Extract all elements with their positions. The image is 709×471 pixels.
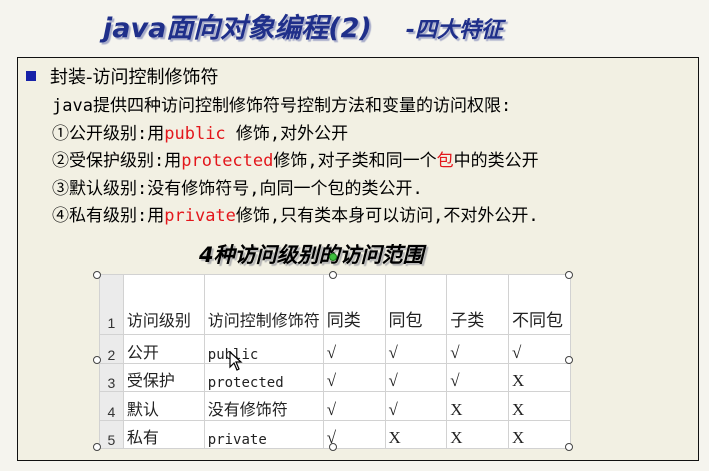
line-text: 中的类公开 [453,151,539,171]
description-line: ④私有级别:用private修饰,只有类本身可以访问,不对外公开. [52,203,539,231]
keyword-package: 包 [436,151,454,171]
line-text: ④私有级别:用 [52,206,165,226]
table-cell: X [508,419,571,449]
description-line: java提供四种访问控制修饰符号控制方法和变量的访问权限: [52,93,539,121]
description-line: ③默认级别:没有修饰符号,向同一个包的类公开. [52,176,539,204]
keyword-protected: protected [181,151,274,171]
keyword-private: private [164,206,236,226]
table-cell: √ [384,362,448,392]
table-cell: 私有 [122,419,205,449]
section-heading-row: 封装-访问控制修饰符 [26,66,219,90]
table-cell: X [384,419,448,449]
mouse-pointer-icon [229,351,243,371]
table-cell: √ [446,334,510,364]
row-number: 5 [99,419,124,449]
table-cell: 没有修饰符 [203,391,324,421]
line-text: 修饰,对外公开 [225,123,349,144]
table-cell: √ [508,334,571,364]
description-lines: java提供四种访问控制修饰符号控制方法和变量的访问权限: ①公开级别:用pub… [52,93,539,231]
line-text: ②受保护级别:用 [52,151,182,171]
resize-handle-middle-right[interactable] [565,356,573,364]
slide-title: java面向对象编程(2) -四大特征 [103,6,503,45]
embedded-table-object[interactable]: 1 访问级别 访问控制修饰符 同类 同包 子类 不同包 2 公开 public … [99,274,571,449]
table-cell: 默认 [122,391,205,421]
table-cell: X [508,391,571,421]
description-line: ②受保护级别:用protected修饰,对子类和同一个包中的类公开 [52,148,539,176]
row-number: 1 [99,274,124,335]
row-number: 3 [99,362,124,392]
header-cell: 访问控制修饰符 [203,274,324,335]
table-cell: 公开 [122,334,205,364]
line-text: java提供四种访问控制修饰符号控制方法和变量的访问权限: [52,96,512,116]
row-number: 2 [99,334,124,364]
header-cell: 同包 [384,274,448,335]
table-cell: √ [446,362,510,392]
resize-handle-top-right[interactable] [565,271,573,279]
resize-handle-bottom-left[interactable] [93,443,101,451]
resize-handle-bottom-right[interactable] [565,443,573,451]
line-text: 修饰,只有类本身可以访问,不对外公开. [235,206,539,226]
table-cell: public [203,334,324,364]
table-cell: √ [322,391,386,421]
table-cell: √ [322,334,386,364]
description-line: ①公开级别:用public 修饰,对外公开 [52,121,539,149]
keyword-public: public [164,123,226,144]
table-cell: 受保护 [122,362,205,392]
header-cell: 访问级别 [122,274,205,335]
slide-subtitle: -四大特征 [405,18,503,43]
header-cell: 不同包 [508,274,571,335]
resize-handle-bottom-center[interactable] [329,443,337,451]
header-cell: 子类 [446,274,510,335]
table-cell: X [446,391,510,421]
access-level-table: 1 访问级别 访问控制修饰符 同类 同包 子类 不同包 2 公开 public … [99,274,571,449]
slide-title-main: java面向对象编程(2) [103,13,372,44]
table-cell: private [203,419,324,449]
table-title: 4种访问级别的访问范围 [199,243,424,267]
row-number: 4 [99,391,124,421]
table-cell: X [508,362,571,392]
header-cell: 同类 [322,274,386,335]
resize-handle-top-center[interactable] [329,271,337,279]
line-text: 修饰,对子类和同一个 [273,151,437,171]
square-bullet-icon [26,71,36,81]
rotate-handle[interactable] [329,253,337,261]
table-cell: √ [384,334,448,364]
line-text: ③默认级别:没有修饰符号,向同一个包的类公开. [52,178,423,199]
resize-handle-middle-left[interactable] [93,356,101,364]
content-panel: 封装-访问控制修饰符 java提供四种访问控制修饰符号控制方法和变量的访问权限:… [17,57,699,461]
table-cell: protected [203,362,324,392]
table-cell: √ [384,391,448,421]
table-header-row: 1 访问级别 访问控制修饰符 同类 同包 子类 不同包 [99,274,571,335]
table-cell: X [446,419,510,449]
resize-handle-top-left[interactable] [93,271,101,279]
table-row: 3 受保护 protected √ √ √ X [99,362,571,392]
table-cell: √ [322,362,386,392]
table-row: 2 公开 public √ √ √ √ [99,334,571,364]
table-row: 4 默认 没有修饰符 √ √ X X [99,391,571,421]
section-heading: 封装-访问控制修饰符 [50,67,219,88]
line-text: ①公开级别:用 [52,123,165,144]
